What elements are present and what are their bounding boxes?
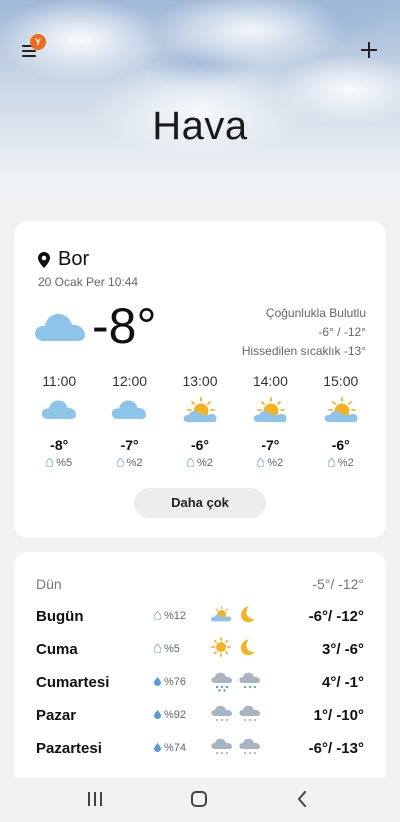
hour-temp: -8°: [50, 437, 69, 453]
day-name: Pazartesi: [36, 740, 102, 757]
hourly-forecast: 11:00 -8° %5 12:00 -7° %2 13:00 -6° %2 1…: [24, 373, 376, 473]
precip-value: %2: [197, 457, 213, 469]
snow-cloud-icon: [239, 672, 260, 689]
day-temps: 1°/ -10°: [313, 707, 364, 724]
precip-value: %5: [56, 457, 73, 469]
page-title: Hava: [152, 104, 248, 148]
droplet-icon: [187, 458, 195, 467]
day-name: Cuma: [36, 641, 78, 658]
droplet-icon: [46, 458, 54, 467]
hourly-item: 11:00 -8° %5: [24, 373, 94, 473]
daily-row[interactable]: Cuma %5 3°/ -6°: [14, 635, 386, 665]
hour-precip: %2: [94, 457, 164, 469]
precip-value: %76: [164, 676, 187, 688]
day-temps: -5°/ -12°: [312, 576, 364, 592]
snow-cloud-icon: [211, 738, 232, 755]
daily-row[interactable]: Pazartesi %74 -6°/ -13°: [14, 734, 386, 764]
home-button[interactable]: [191, 791, 207, 807]
droplet-icon: [154, 710, 161, 719]
hourly-item: 14:00 -7° %2: [235, 373, 305, 473]
daily-forecast-card: Dün -5°/ -12° Bugün %12 -6°/ -12° Cuma %…: [14, 552, 386, 782]
snow-cloud-icon: [239, 705, 260, 722]
day-precip: %76: [154, 676, 186, 688]
precip-value: %12: [164, 610, 187, 622]
day-precip: %5: [154, 643, 180, 655]
recent-apps-button[interactable]: [88, 792, 104, 806]
droplet-icon: [154, 611, 161, 620]
hour-precip: %2: [235, 457, 305, 469]
hour-time: 14:00: [252, 373, 288, 389]
hour-time: 12:00: [112, 373, 148, 389]
cloud-icon: [35, 313, 86, 341]
feels-like: Hissedilen sıcaklık -13°: [241, 344, 366, 358]
droplet-icon: [257, 458, 265, 467]
day-temps: -6°/ -13°: [308, 740, 364, 757]
partly-sunny-icon: [211, 606, 232, 622]
moon-icon: [241, 606, 255, 623]
current-weather-card[interactable]: Bor 20 Ocak Per 10:44 -8° Çoğunlukla Bul…: [14, 221, 386, 538]
hourly-item: 15:00 -6° %2: [306, 373, 376, 473]
day-name: Cumartesi: [36, 674, 110, 691]
day-precip: %92: [154, 709, 186, 721]
snow-cloud-icon: [239, 738, 260, 755]
snow-cloud-icon: [211, 705, 232, 722]
current-temperature: -8°: [92, 298, 157, 354]
precip-value: %74: [164, 742, 187, 754]
daily-row-yesterday[interactable]: Dün -5°/ -12°: [14, 570, 386, 600]
location-name: Bor: [58, 248, 90, 270]
day-temps: 4°/ -1°: [321, 674, 364, 691]
hour-precip: %2: [306, 457, 376, 469]
daily-row[interactable]: Cumartesi %76 4°/ -1°: [14, 668, 386, 698]
snow-cloud-icon: [211, 672, 232, 692]
precip-value: %2: [126, 457, 143, 469]
hour-precip: %5: [24, 457, 94, 469]
cloud-icon: [112, 400, 147, 419]
hour-temp: -6°: [331, 437, 350, 453]
day-precip: %74: [154, 742, 186, 754]
precip-value: %92: [164, 709, 187, 721]
hourly-item: 13:00 -6° %2: [165, 373, 235, 473]
precip-value: %2: [337, 457, 354, 469]
hour-precip: %2: [165, 457, 235, 469]
hour-time: 11:00: [42, 373, 77, 389]
more-button[interactable]: Daha çok: [134, 488, 266, 518]
day-name: Bugün: [36, 608, 84, 625]
hour-temp: -7°: [120, 437, 139, 453]
add-location-button[interactable]: [359, 40, 379, 60]
hour-time: 15:00: [323, 373, 359, 389]
hour-time: 13:00: [182, 373, 218, 389]
precip-value: %5: [164, 643, 180, 655]
day-temps: 3°/ -6°: [321, 641, 364, 658]
day-temps: -6°/ -12°: [308, 608, 364, 625]
partly-sunny-icon: [324, 397, 358, 422]
partly-sunny-icon: [183, 397, 217, 422]
droplet-icon: [154, 677, 161, 686]
notification-badge: Y: [30, 34, 46, 50]
day-name: Pazar: [36, 707, 77, 724]
back-button[interactable]: [297, 791, 307, 807]
condition-info: Çoğunlukla Bulutlu -6° / -12° Hissedilen…: [242, 304, 366, 361]
hour-temp: -6°: [190, 437, 209, 453]
cloud-icon: [41, 400, 76, 419]
day-precip: %12: [154, 610, 186, 622]
droplet-icon: [116, 458, 124, 467]
droplet-icon: [327, 458, 335, 467]
location: Bor: [38, 248, 89, 271]
hourly-item: 12:00 -7° %2: [94, 373, 164, 473]
day-name: Dün: [36, 576, 62, 592]
condition-text: Çoğunlukla Bulutlu: [265, 306, 366, 320]
system-nav-bar: [0, 778, 400, 822]
daily-row[interactable]: Pazar %92 1°/ -10°: [14, 701, 386, 731]
moon-icon: [241, 639, 255, 656]
partly-sunny-icon: [253, 397, 287, 422]
location-pin-icon: [38, 251, 50, 268]
hour-temp: -7°: [261, 437, 280, 453]
daily-row[interactable]: Bugün %12 -6°/ -12°: [14, 602, 386, 632]
droplet-icon: [154, 644, 161, 653]
date-time: 20 Ocak Per 10:44: [38, 275, 139, 289]
high-low-temp: -6° / -12°: [318, 325, 366, 339]
sun-icon: [211, 637, 231, 657]
droplet-icon: [154, 743, 161, 752]
precip-value: %2: [267, 457, 284, 469]
